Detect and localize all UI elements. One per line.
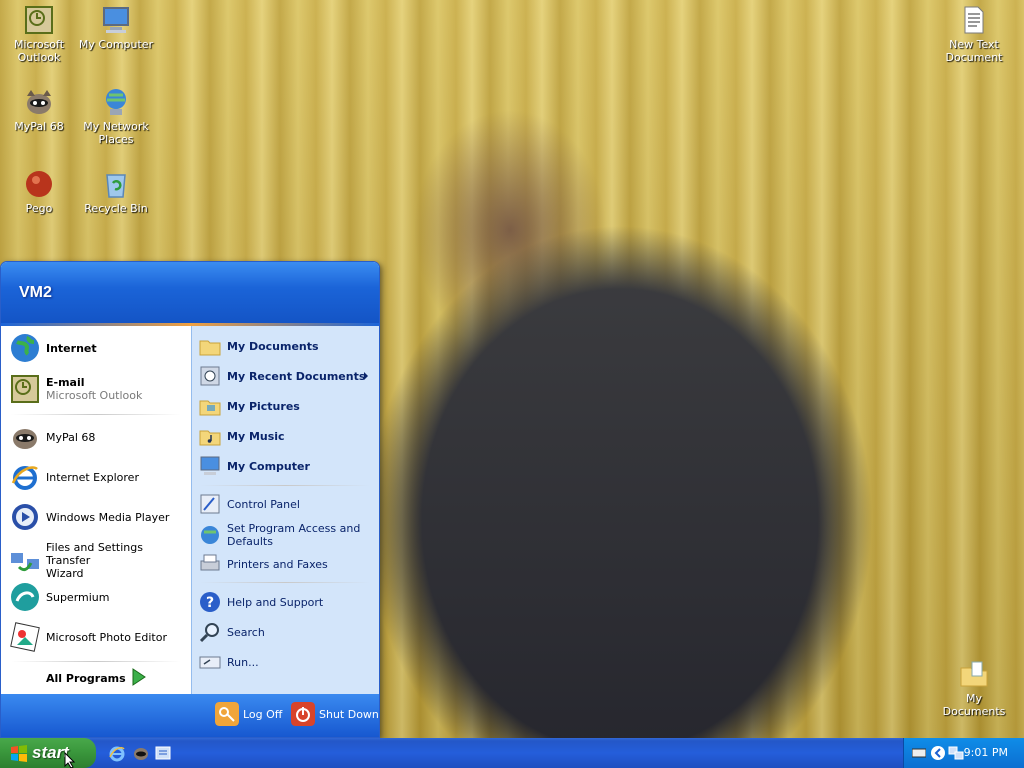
desktop-icon-recycle-bin[interactable]: Recycle Bin (76, 168, 156, 215)
system-tray: 9:01 PM (903, 738, 1024, 768)
globe-icon (11, 334, 39, 362)
desktop-icon-my-computer[interactable]: My Computer (76, 4, 156, 51)
ie-icon[interactable] (108, 744, 126, 762)
all-programs-button[interactable]: All Programs (46, 672, 126, 685)
key-icon (215, 702, 239, 726)
pictures-folder-icon (199, 400, 221, 416)
music-folder-icon (199, 430, 221, 446)
start-item-media-player[interactable]: Windows Media Player (9, 501, 187, 533)
desktop-icon-network-places[interactable]: My Network Places (76, 86, 156, 146)
start-item-my-computer[interactable]: My Computer (198, 454, 376, 478)
recycle-bin-icon (106, 174, 126, 198)
network-icon[interactable] (948, 745, 964, 761)
start-item-control-panel[interactable]: Control Panel (198, 492, 376, 516)
start-item-internet-explorer[interactable]: Internet Explorer (9, 461, 187, 493)
control-panel-icon (200, 494, 220, 514)
network-places-icon (106, 89, 126, 115)
shut-down-button[interactable]: Shut Down (291, 702, 379, 726)
outlook-icon (11, 375, 39, 403)
desktop-icon-new-text-document[interactable]: New Text Document (934, 4, 1014, 64)
start-item-recent-documents[interactable]: My Recent Documents (198, 364, 376, 388)
start-item-help-support[interactable]: ? Help and Support (198, 590, 376, 614)
separator (200, 582, 370, 583)
start-button[interactable]: start (0, 738, 96, 768)
my-documents-folder-icon (960, 661, 988, 687)
program-access-icon (201, 526, 219, 544)
recent-docs-icon (200, 366, 220, 386)
start-item-my-documents[interactable]: My Documents (198, 334, 376, 358)
keyboard-icon[interactable] (912, 747, 926, 759)
transfer-wizard-icon (11, 552, 39, 571)
start-item-my-music[interactable]: My Music (198, 424, 376, 448)
start-item-search[interactable]: Search (198, 620, 376, 644)
outlook-icon (25, 6, 53, 34)
ie-icon (11, 466, 38, 490)
show-desktop-icon[interactable] (154, 744, 172, 762)
green-arrow-icon (132, 668, 146, 686)
start-menu-places-list: My Documents My Recent Documents My Pict… (191, 326, 379, 696)
start-menu-pinned-list: Internet E-mail Microsoft Outlook MyPal … (1, 326, 191, 696)
start-item-mypal[interactable]: MyPal 68 (9, 421, 187, 453)
start-item-run[interactable]: Run... (198, 650, 376, 674)
my-computer-icon (200, 456, 220, 475)
start-item-my-pictures[interactable]: My Pictures (198, 394, 376, 418)
help-icon: ? (200, 592, 220, 612)
desktop-icon-outlook[interactable]: Microsoft Outlook (0, 4, 79, 64)
desktop-icon-my-documents[interactable]: My Documents (934, 658, 1014, 718)
start-menu-footer: Log Off Shut Down (1, 694, 379, 737)
start-menu-header: VM2 (1, 262, 379, 326)
start-menu: VM2 Internet E-mail Microsoft Outlook My… (0, 261, 380, 738)
svg-text:?: ? (206, 595, 214, 611)
chevron-left-icon[interactable] (930, 745, 946, 761)
search-icon (199, 623, 219, 643)
desktop-icon-mypal[interactable]: MyPal 68 (0, 86, 79, 133)
separator (200, 485, 370, 486)
start-item-supermium[interactable]: Supermium (9, 581, 187, 613)
start-item-printers-faxes[interactable]: Printers and Faxes (198, 552, 376, 576)
mypal-icon (27, 90, 51, 114)
user-name: VM2 (19, 284, 52, 301)
mouse-cursor-icon (64, 752, 76, 768)
windows-flag-icon (11, 745, 27, 762)
power-icon (291, 702, 315, 726)
start-item-internet[interactable]: Internet (9, 332, 187, 364)
start-item-transfer-wizard[interactable]: Files and Settings Transfer Wizard (9, 541, 187, 580)
media-player-icon (12, 504, 38, 530)
mypal-icon[interactable] (132, 744, 150, 762)
mypal-icon (13, 429, 37, 449)
separator (11, 414, 181, 415)
taskbar: start 9:01 PM (0, 738, 1024, 768)
run-icon (199, 656, 221, 669)
submenu-arrow-icon (364, 372, 368, 380)
desktop-icon-pego[interactable]: Pego (0, 168, 79, 215)
separator (11, 661, 181, 662)
my-computer-icon (103, 7, 129, 33)
folder-icon (199, 340, 221, 356)
start-item-program-access[interactable]: Set Program Access and Defaults (198, 522, 376, 548)
start-item-email[interactable]: E-mail Microsoft Outlook (9, 373, 187, 405)
clock[interactable]: 9:01 PM (964, 746, 1008, 759)
start-item-photo-editor[interactable]: Microsoft Photo Editor (9, 621, 187, 653)
pego-icon (26, 171, 52, 197)
supermium-icon (11, 583, 39, 611)
log-off-button[interactable]: Log Off (215, 702, 282, 726)
printer-icon (200, 554, 220, 571)
photo-editor-icon (10, 622, 40, 652)
text-document-icon (964, 6, 984, 34)
